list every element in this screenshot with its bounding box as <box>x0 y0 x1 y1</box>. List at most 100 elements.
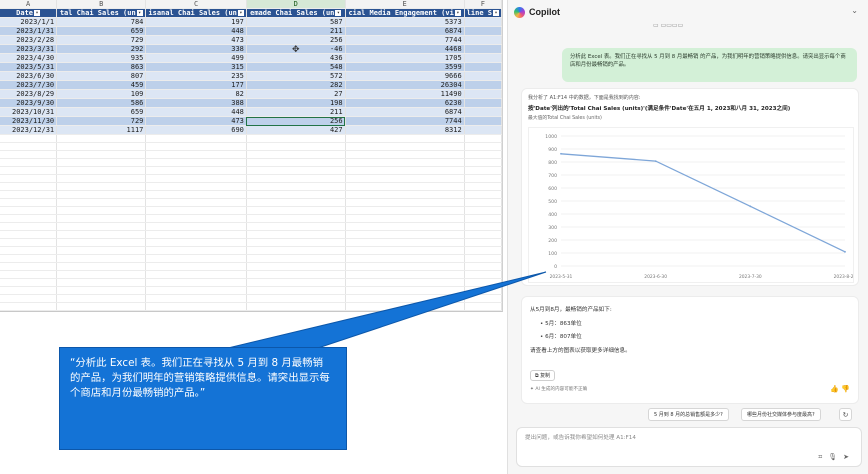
empty-cell[interactable] <box>0 278 58 287</box>
empty-cell[interactable] <box>464 310 502 311</box>
table-cell[interactable]: 4468 <box>345 44 465 54</box>
table-cell[interactable]: 109 <box>56 89 147 99</box>
table-cell[interactable]: 2023/11/30 <box>0 116 58 126</box>
table-cell[interactable]: 459 <box>56 80 147 90</box>
empty-cell[interactable] <box>246 230 346 239</box>
empty-cell[interactable] <box>145 302 247 311</box>
table-cell[interactable] <box>464 80 502 90</box>
empty-cell[interactable] <box>345 230 465 239</box>
empty-cell[interactable] <box>56 222 147 231</box>
table-cell[interactable]: 6230 <box>345 98 465 108</box>
table-cell[interactable]: 7744 <box>345 116 465 126</box>
table-cell[interactable]: 1705 <box>345 53 465 63</box>
table-cell[interactable]: 5373 <box>345 17 465 27</box>
table-cell[interactable]: 448 <box>145 107 247 117</box>
empty-cell[interactable] <box>145 286 247 295</box>
empty-cell[interactable] <box>145 134 247 143</box>
column-letter-c[interactable]: C <box>145 0 247 9</box>
table-cell[interactable]: 256 <box>246 35 346 45</box>
table-cell[interactable] <box>464 17 502 27</box>
empty-cell[interactable] <box>246 190 346 199</box>
table-cell[interactable]: 2023/7/30 <box>0 80 58 90</box>
empty-cell[interactable] <box>345 294 465 303</box>
empty-cell[interactable] <box>145 166 247 175</box>
column-header[interactable]: isanal Chai Sales (un ▾ <box>145 8 247 18</box>
empty-cell[interactable] <box>246 302 346 311</box>
column-letter-d[interactable]: D <box>246 0 346 9</box>
empty-cell[interactable] <box>0 238 58 247</box>
column-header[interactable]: line S ▾ <box>464 8 502 18</box>
empty-cell[interactable] <box>0 294 58 303</box>
empty-cell[interactable] <box>246 294 346 303</box>
column-letter-a[interactable]: A <box>0 0 58 9</box>
empty-cell[interactable] <box>56 246 147 255</box>
empty-cell[interactable] <box>464 294 502 303</box>
empty-cell[interactable] <box>345 150 465 159</box>
empty-cell[interactable] <box>0 310 58 311</box>
empty-cell[interactable] <box>345 278 465 287</box>
empty-cell[interactable] <box>345 190 465 199</box>
empty-cell[interactable] <box>464 230 502 239</box>
table-cell[interactable]: 690 <box>145 125 247 135</box>
table-cell[interactable]: 7744 <box>345 35 465 45</box>
empty-cell[interactable] <box>464 134 502 143</box>
empty-cell[interactable] <box>464 302 502 311</box>
empty-cell[interactable] <box>56 142 147 151</box>
empty-cell[interactable] <box>145 238 247 247</box>
table-cell[interactable]: 177 <box>145 80 247 90</box>
table-cell[interactable]: 473 <box>145 35 247 45</box>
empty-cell[interactable] <box>56 302 147 311</box>
table-cell[interactable]: 338 <box>145 44 247 54</box>
empty-cell[interactable] <box>145 174 247 183</box>
empty-cell[interactable] <box>345 134 465 143</box>
empty-cell[interactable] <box>345 286 465 295</box>
empty-cell[interactable] <box>0 254 58 263</box>
empty-cell[interactable] <box>0 286 58 295</box>
table-cell[interactable]: 235 <box>145 71 247 81</box>
empty-cell[interactable] <box>464 158 502 167</box>
table-cell[interactable]: 2023/12/31 <box>0 125 58 135</box>
empty-cell[interactable] <box>246 174 346 183</box>
send-icon[interactable]: ➤ <box>843 453 855 461</box>
table-cell[interactable]: 82 <box>145 89 247 99</box>
empty-cell[interactable] <box>464 190 502 199</box>
empty-cell[interactable] <box>56 190 147 199</box>
empty-cell[interactable] <box>56 150 147 159</box>
empty-cell[interactable] <box>145 182 247 191</box>
empty-cell[interactable] <box>345 246 465 255</box>
thumbs-down-icon[interactable]: 👎 <box>841 385 850 393</box>
filter-dropdown-icon[interactable]: ▾ <box>454 10 461 16</box>
empty-cell[interactable] <box>464 174 502 183</box>
empty-cell[interactable] <box>464 246 502 255</box>
table-cell[interactable]: 935 <box>56 53 147 63</box>
column-header[interactable]: tal Chai Sales (un ▾ <box>56 8 147 18</box>
table-cell[interactable]: 2023/9/30 <box>0 98 58 108</box>
empty-cell[interactable] <box>0 246 58 255</box>
empty-cell[interactable] <box>464 206 502 215</box>
table-cell[interactable]: 784 <box>56 17 147 27</box>
table-cell[interactable] <box>464 89 502 99</box>
table-cell[interactable]: 729 <box>56 116 147 126</box>
table-cell[interactable]: 256 <box>246 116 346 126</box>
table-cell[interactable] <box>464 107 502 117</box>
empty-cell[interactable] <box>145 198 247 207</box>
empty-cell[interactable] <box>56 166 147 175</box>
empty-cell[interactable] <box>145 246 247 255</box>
empty-cell[interactable] <box>345 142 465 151</box>
empty-cell[interactable] <box>145 150 247 159</box>
empty-cell[interactable] <box>246 214 346 223</box>
table-cell[interactable]: 2023/4/30 <box>0 53 58 63</box>
table-cell[interactable]: 807 <box>56 71 147 81</box>
empty-cell[interactable] <box>246 310 346 311</box>
empty-cell[interactable] <box>0 190 58 199</box>
empty-cell[interactable] <box>464 182 502 191</box>
empty-cell[interactable] <box>345 262 465 271</box>
table-cell[interactable]: 211 <box>246 107 346 117</box>
chevron-down-icon[interactable]: ⌄ <box>851 6 858 15</box>
table-cell[interactable]: 572 <box>246 71 346 81</box>
attach-icon[interactable]: ⌗ <box>818 453 828 461</box>
empty-cell[interactable] <box>345 270 465 279</box>
table-cell[interactable]: 548 <box>246 62 346 72</box>
empty-cell[interactable] <box>345 158 465 167</box>
table-cell[interactable]: 292 <box>56 44 147 54</box>
